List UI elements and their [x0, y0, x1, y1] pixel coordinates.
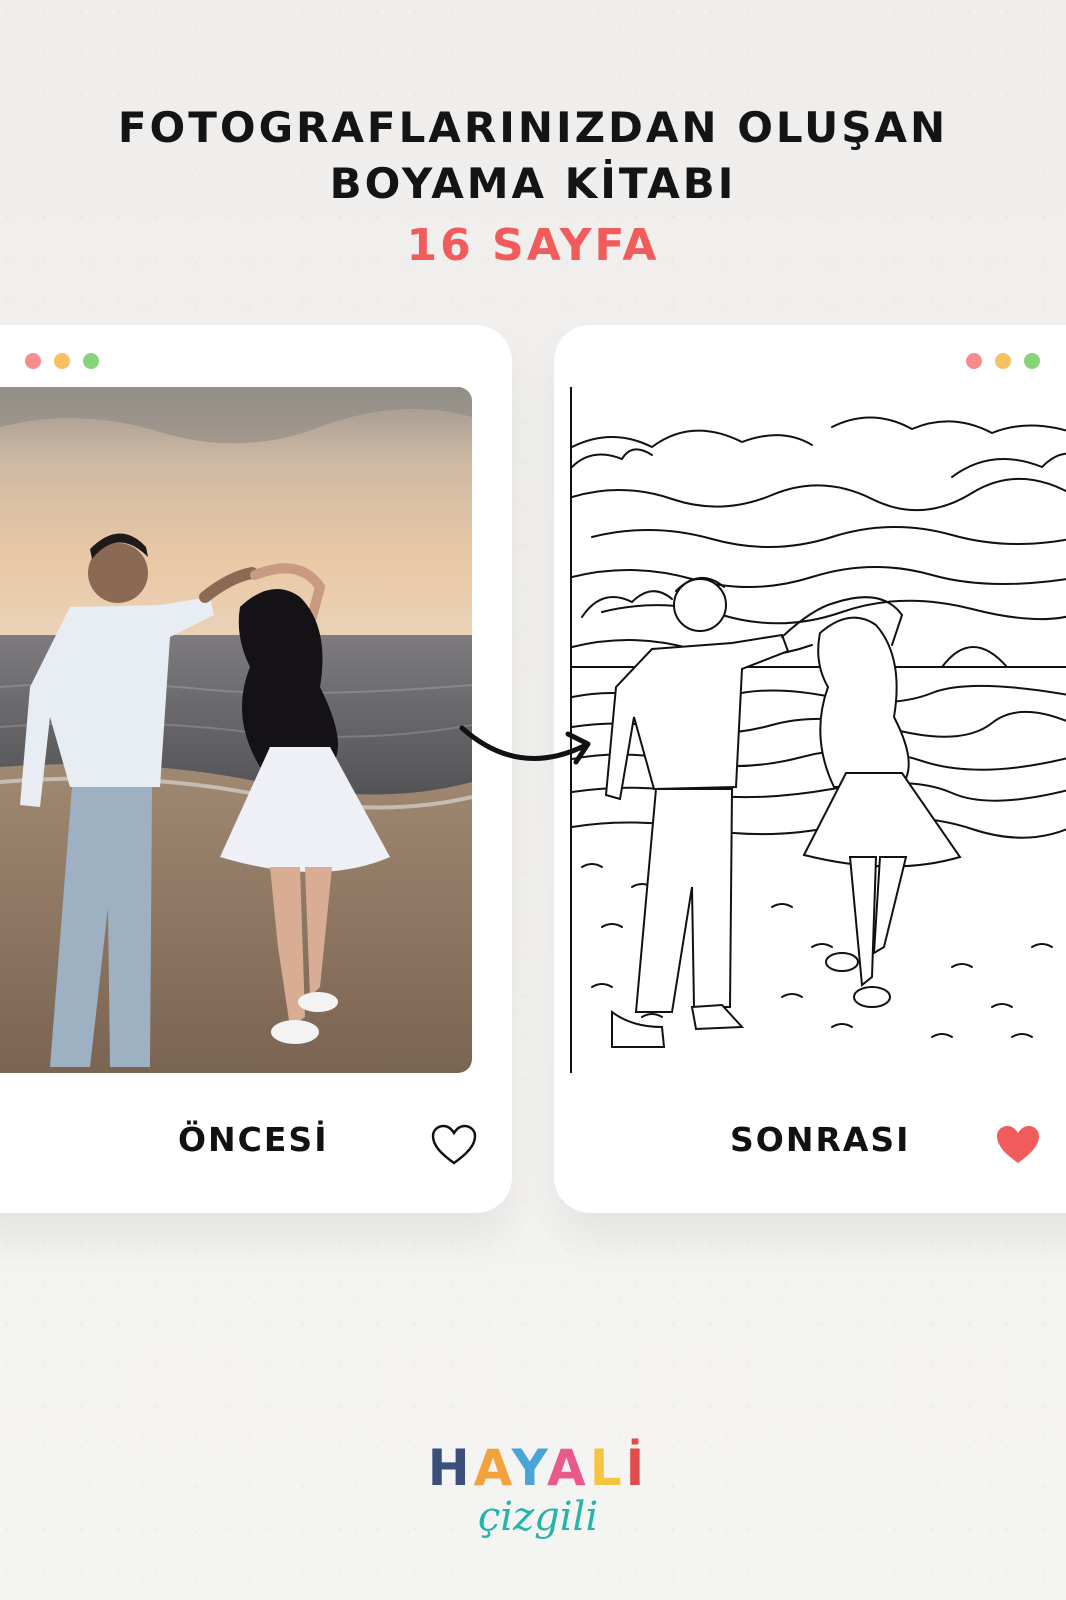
headline-line-2: BOYAMA KİTABI — [329, 159, 737, 208]
after-coloring-page — [570, 387, 1066, 1073]
before-photo — [0, 387, 472, 1073]
brand-letter: A — [473, 1439, 512, 1497]
after-label: SONRASI — [730, 1120, 911, 1159]
headline: FOTOGRAFLARINIZDAN OLUŞAN BOYAMA KİTABI … — [0, 100, 1066, 278]
green-dot-icon — [1024, 353, 1040, 369]
green-dot-icon — [83, 353, 99, 369]
brand-letter: L — [589, 1439, 626, 1497]
page-count: 16 SAYFA — [406, 220, 660, 271]
coloring-line-art — [572, 416, 1066, 1048]
brand-letter: Y — [511, 1439, 547, 1497]
beach-couple-photo — [0, 387, 472, 1073]
brand-letter: H — [427, 1439, 474, 1497]
before-label: ÖNCESİ — [178, 1120, 329, 1159]
before-card: ÖNCESİ — [0, 325, 512, 1213]
red-dot-icon — [966, 353, 982, 369]
after-card: SONRASI — [554, 325, 1066, 1213]
window-dots — [25, 353, 99, 369]
brand-subtitle: çizgili — [477, 1494, 599, 1540]
curved-arrow-icon — [459, 725, 591, 765]
red-dot-icon — [25, 353, 41, 369]
brand-logo: HAYALİ çizgili — [408, 1440, 668, 1560]
brand-word: HAYALİ — [408, 1440, 668, 1496]
window-dots — [966, 353, 1040, 369]
headline-line-1: FOTOGRAFLARINIZDAN OLUŞAN — [117, 103, 949, 152]
yellow-dot-icon — [54, 353, 70, 369]
heart-filled-icon[interactable] — [994, 1123, 1042, 1167]
brand-letter: İ — [625, 1439, 649, 1497]
yellow-dot-icon — [995, 353, 1011, 369]
heart-outline-icon[interactable] — [430, 1123, 478, 1167]
brand-letter: A — [547, 1439, 590, 1497]
